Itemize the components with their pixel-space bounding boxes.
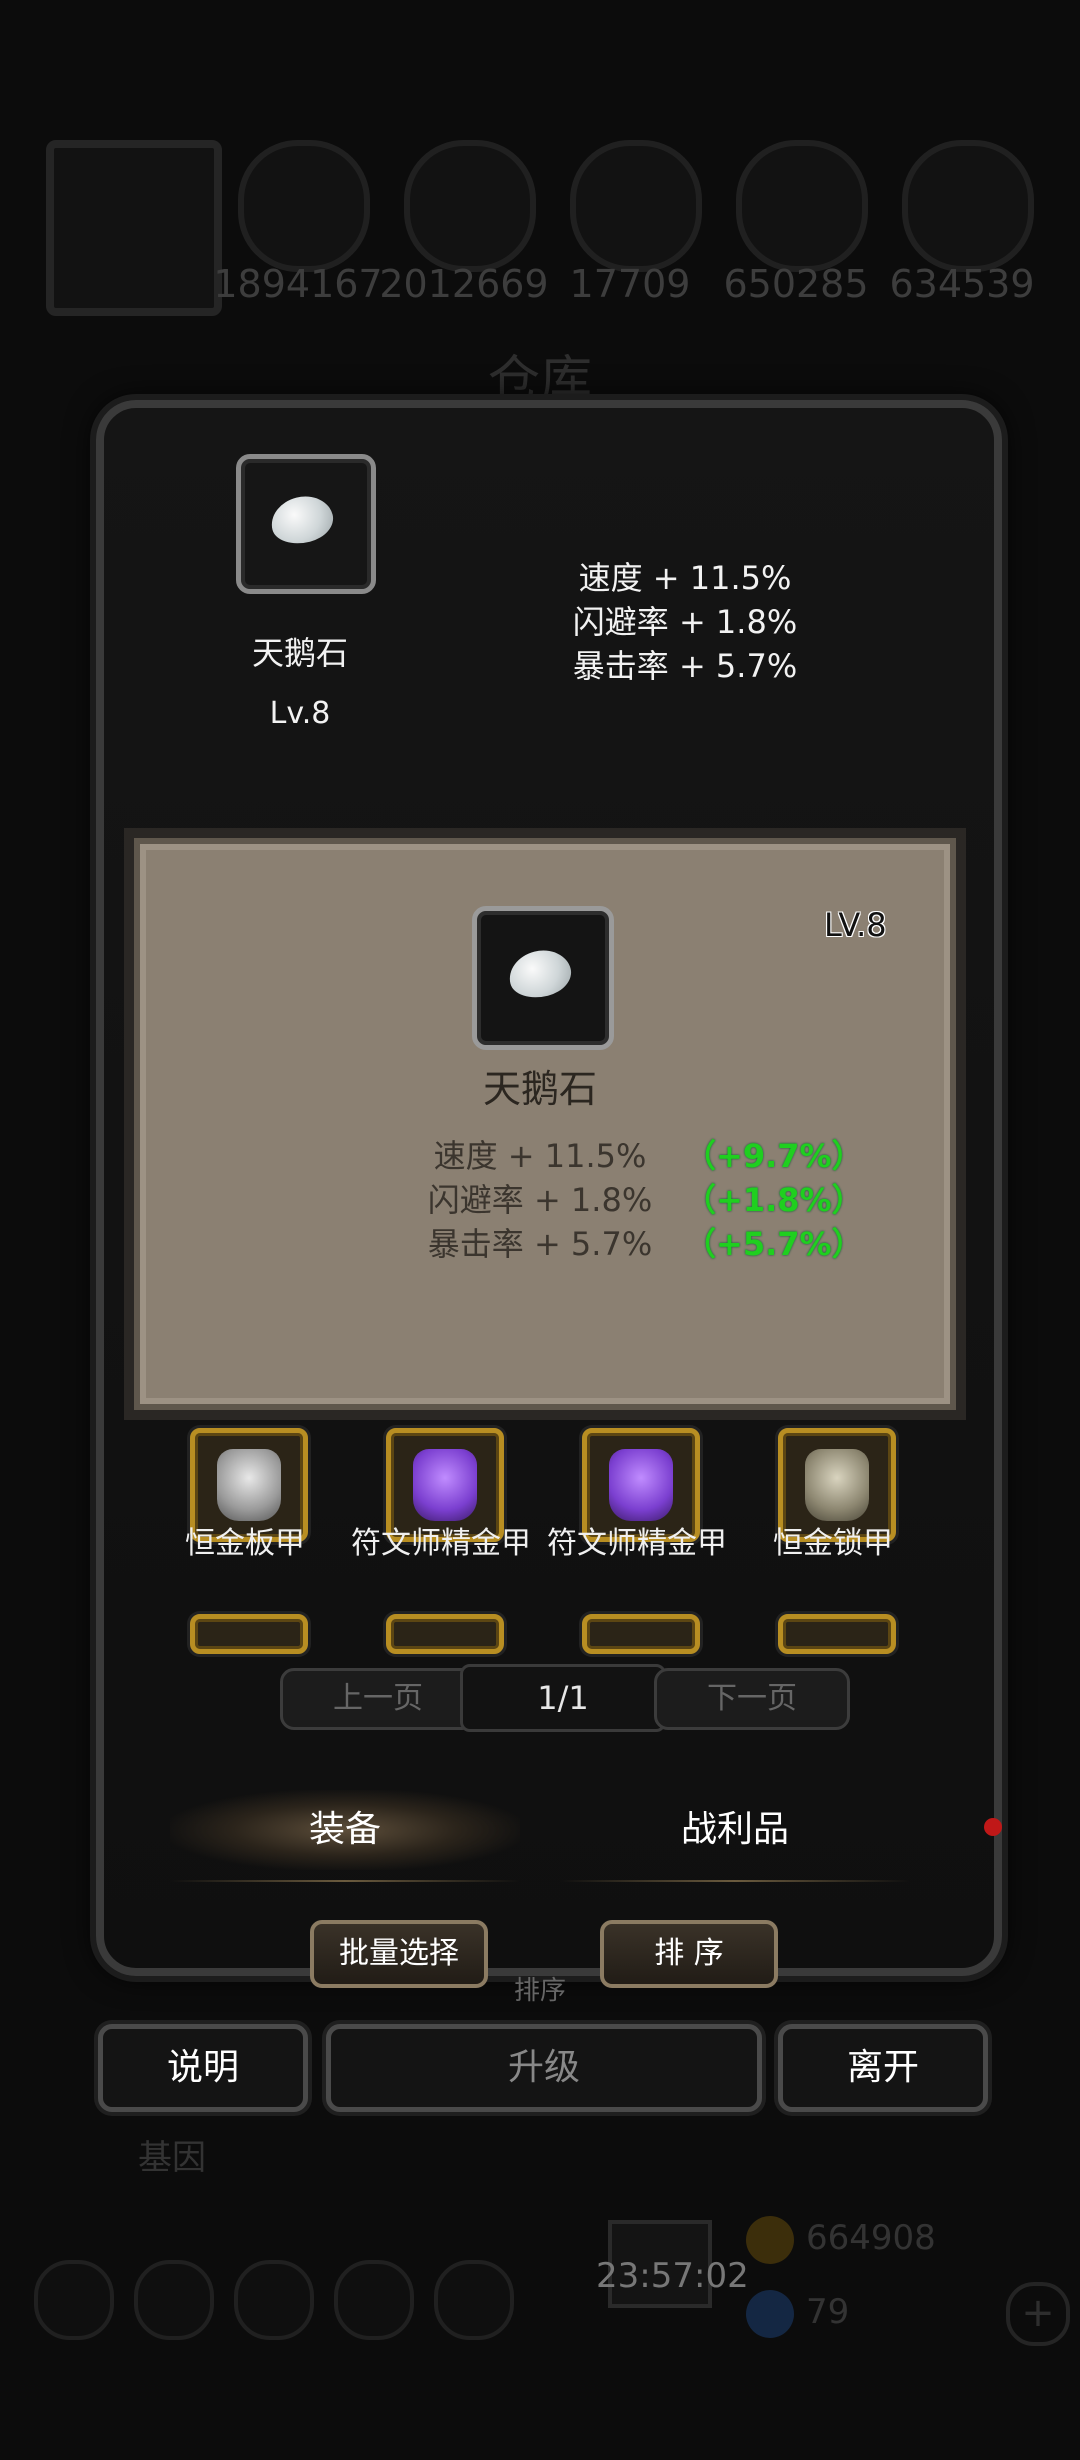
stat-crit: 暴击率 + 5.7% [572, 647, 798, 685]
selected-item-name: 天鹅石 [251, 634, 348, 672]
resource-slot-1 [238, 140, 370, 272]
tooltip-stat-dodge: 闪避率 + 1.8% [427, 1181, 653, 1219]
tooltip-level: LV.8 [824, 906, 887, 944]
resource-value-3: 17709 [569, 262, 691, 306]
resource-value-2: 2012669 [379, 262, 549, 306]
tooltip-bonuses: （+9.7%） （+1.8%） （+5.7%） [684, 1134, 864, 1266]
batch-select-button[interactable]: 批量选择 [310, 1920, 488, 1988]
bottom-nav-icon-3 [234, 2260, 314, 2340]
gem-icon [746, 2290, 794, 2338]
tooltip-stat-crit: 暴击率 + 5.7% [427, 1225, 653, 1263]
item-label-2: 符文师精金甲 [351, 1526, 531, 1561]
item-label-4: 恒金锁甲 [773, 1526, 893, 1561]
selected-item-stats: 速度 + 11.5% 闪避率 + 1.8% 暴击率 + 5.7% [540, 556, 830, 688]
tooltip-bonus-crit: （+5.7%） [684, 1225, 864, 1263]
selected-item-level: Lv.8 [269, 696, 331, 731]
gold-coin-icon [746, 2216, 794, 2264]
tab-loot[interactable]: 战利品 [560, 1790, 910, 1870]
bottom-nav-icon-4 [334, 2260, 414, 2340]
tooltip-item-slot [472, 906, 614, 1050]
add-icon: + [1006, 2282, 1070, 2346]
notification-dot [984, 1818, 1002, 1836]
resource-slot-2 [404, 140, 536, 272]
item-slot-8[interactable] [778, 1614, 896, 1654]
leave-button[interactable]: 离开 [778, 2024, 988, 2112]
page-indicator: 1/1 [460, 1664, 666, 1732]
chain-mail-icon [805, 1449, 869, 1521]
resource-slot-5 [902, 140, 1034, 272]
tooltip-item-name: 天鹅石 [482, 1067, 597, 1111]
silver-plate-armor-icon [217, 1449, 281, 1521]
selected-item-slot[interactable] [236, 454, 376, 594]
item-slot-6[interactable] [386, 1614, 504, 1654]
resource-slot-3 [570, 140, 702, 272]
tab-divider-right [560, 1880, 910, 1882]
bottom-nav-icon-2 [134, 2260, 214, 2340]
tooltip-stats: 速度 + 11.5% 闪避率 + 1.8% 暴击率 + 5.7% [400, 1134, 680, 1266]
item-slot-7[interactable] [582, 1614, 700, 1654]
next-page-button[interactable]: 下一页 [654, 1668, 850, 1730]
tooltip-bonus-dodge: （+1.8%） [684, 1181, 864, 1219]
stat-dodge: 闪避率 + 1.8% [572, 603, 798, 641]
prev-page-button[interactable]: 上一页 [280, 1668, 476, 1730]
white-stone-icon [504, 944, 576, 1004]
stat-speed: 速度 + 11.5% [578, 559, 792, 597]
item-label-1: 恒金板甲 [185, 1526, 305, 1561]
tooltip-bonus-speed: （+9.7%） [684, 1137, 864, 1175]
gem-value: 79 [806, 2292, 850, 2332]
sort-button[interactable]: 排 序 [600, 1920, 778, 1988]
character-portrait [46, 140, 222, 316]
resource-slot-4 [736, 140, 868, 272]
resource-value-1: 1894167 [213, 262, 383, 306]
bottom-nav-icon-5 [434, 2260, 514, 2340]
upgrade-button[interactable]: 升级 [326, 2024, 762, 2112]
sort-label-behind: 排序 [513, 1976, 566, 2006]
help-button[interactable]: 说明 [98, 2024, 308, 2112]
tooltip-stat-speed: 速度 + 11.5% [433, 1137, 647, 1175]
item-slot-5[interactable] [190, 1614, 308, 1654]
white-stone-icon [266, 490, 338, 550]
bottom-nav-icon-1 [34, 2260, 114, 2340]
gold-value: 664908 [806, 2218, 936, 2258]
purple-rune-armor-icon [413, 1449, 477, 1521]
item-label-3: 符文师精金甲 [547, 1526, 727, 1561]
left-label: 基因 [138, 2138, 206, 2178]
resource-value-4: 650285 [723, 262, 869, 306]
event-timer: 23:57:02 [596, 2256, 749, 2296]
tab-divider-left [170, 1880, 520, 1882]
tab-equipment[interactable]: 装备 [170, 1790, 520, 1870]
resource-value-5: 634539 [889, 262, 1035, 306]
purple-rune-armor-icon [609, 1449, 673, 1521]
